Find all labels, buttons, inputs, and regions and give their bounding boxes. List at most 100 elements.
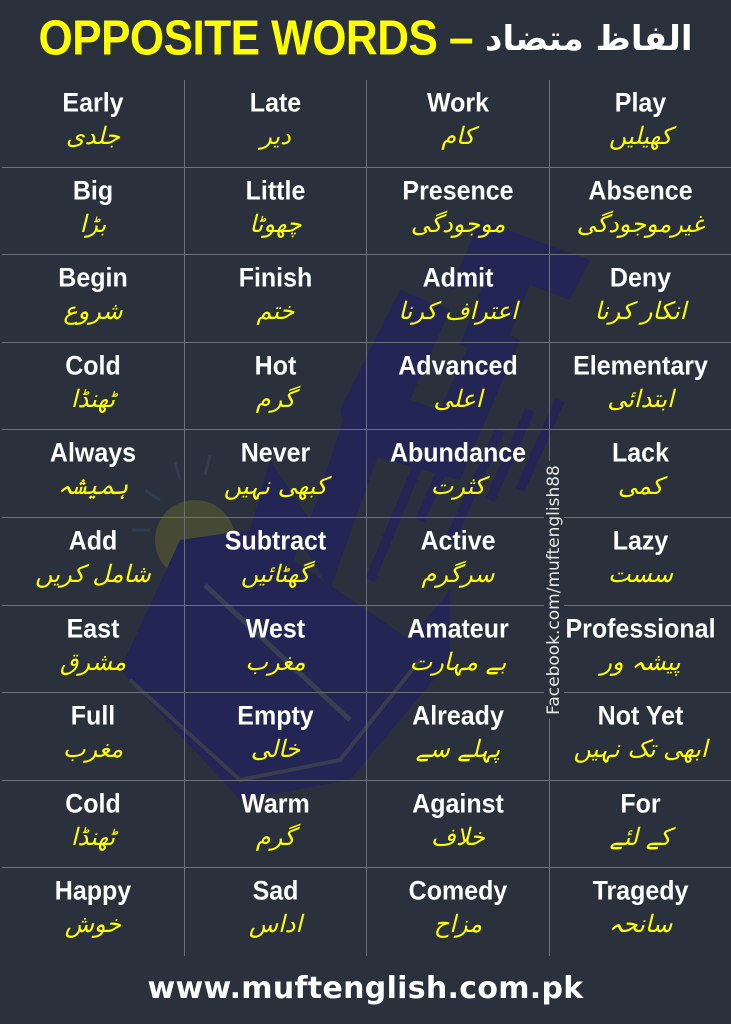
urdu-translation: خالی [250,735,301,764]
english-word: Deny [609,263,672,294]
english-word: Cold [65,788,121,819]
word-pair-cell: Late دیر [185,80,367,168]
english-word: Always [49,438,137,469]
word-pair-cell: Cold ٹھنڈا [2,780,185,869]
urdu-translation: انکار کرنا [594,297,687,326]
word-pair-cell: For کے لئے [550,781,731,869]
urdu-translation: بڑا [79,209,107,238]
word-pair-cell: Not Yet ابھی تک نہیں [550,693,731,781]
urdu-translation: گھٹائیں [240,559,311,588]
word-pair-cell: Against خلاف [367,780,550,869]
english-word: Finish [238,263,313,294]
english-word: Happy [54,876,132,907]
urdu-translation: چھوٹا [249,209,302,238]
word-pair-cell: Empty خالی [185,693,367,781]
english-word: West [245,613,306,644]
urdu-translation: خلاف [430,822,486,851]
english-word: Play [614,87,667,119]
word-pair-cell: Presence موجودگی [367,167,550,256]
word-pair-cell: Lack کمی [550,430,731,518]
english-word: Subtract [224,525,327,557]
english-word: Lazy [612,525,669,557]
english-word: Begin [58,263,128,294]
urdu-translation: پیشہ ور [600,647,681,676]
urdu-translation: گرم [255,384,296,413]
urdu-translation: ہمیشہ [57,472,129,501]
urdu-translation: مغرب [245,647,306,676]
word-pair-cell: Hot گرم [185,342,367,431]
english-word: Never [240,438,311,469]
urdu-translation: کبھی نہیں [223,472,328,501]
word-pair-cell: Active سرگرم [367,517,550,606]
urdu-translation: غیرموجودگی [576,209,705,238]
urdu-translation: کثرت [430,472,486,501]
word-pair-cell: Sad اداس [185,868,367,956]
urdu-translation: ابھی تک نہیں [573,735,708,764]
urdu-translation: خوش [64,910,122,939]
english-word: Elementary [573,350,708,381]
urdu-translation: ٹھنڈا [70,822,116,851]
english-word: Work [426,87,490,119]
word-pair-cell: Admit اعتراف کرنا [367,255,550,343]
english-word: Lack [612,438,669,469]
english-word: Absence [588,175,693,206]
urdu-translation: اعلی [433,384,483,413]
page-header: OPPOSITE WORDS – الفاظ متضاد [0,0,731,78]
urdu-translation: ختم [256,297,295,326]
word-pair-cell: Professional پیشہ ور [550,606,731,694]
english-word: Warm [241,788,310,819]
english-word: Tragedy [592,876,689,907]
word-pair-cell: Work کام [367,80,550,168]
opposite-words-grid: Early جلدی Late دیر Work کام Play کھیلیں Big بڑا L… [2,80,731,956]
word-pair-cell: Begin شروع [2,255,185,343]
english-word: Abundance [389,438,527,469]
urdu-translation: دیر [260,122,291,150]
urdu-translation: جلدی [65,122,121,150]
urdu-translation: مشرق [59,647,127,676]
english-word: Full [70,701,116,732]
english-word: Against [412,788,504,819]
website-footer: www.muftenglish.com.pk [147,970,584,1006]
english-word: Big [72,175,114,206]
word-pair-cell: Absence غیرموجودگی [550,168,731,256]
english-word: Admit [422,263,494,294]
word-pair-cell: West مغرب [185,605,367,694]
page-title-english: OPPOSITE WORDS – [38,11,474,66]
urdu-translation: مزاح [433,910,483,939]
word-pair-cell: Abundance کثرت [367,430,550,518]
word-pair-cell: Happy خوش [2,868,185,956]
urdu-translation: مغرب [62,735,124,764]
word-pair-cell: Already پہلے سے [367,693,550,781]
english-word: Sad [252,876,299,907]
english-word: Add [68,525,118,557]
urdu-translation: سست [607,559,674,588]
english-word: Professional [565,613,716,644]
word-pair-cell: Subtract گھٹائیں [185,517,367,606]
urdu-translation: موجودگی [410,209,506,238]
urdu-translation: کے لئے [609,822,672,851]
word-pair-cell: East مشرق [2,605,185,694]
word-pair-cell: Never کبھی نہیں [185,430,367,518]
urdu-translation: اعتراف کرنا [398,297,518,326]
english-word: Presence [402,175,514,206]
word-pair-cell: Play کھیلیں [550,80,731,168]
urdu-translation: بے مہارت [409,647,507,676]
word-pair-cell: Warm گرم [185,780,367,869]
urdu-translation: کام [441,122,475,150]
urdu-translation: سانحہ [608,910,673,939]
word-pair-cell: Advanced اعلی [367,342,550,431]
word-pair-cell: Little چھوٹا [185,167,367,256]
word-pair-cell: Amateur بے مہارت [367,605,550,694]
urdu-translation: اداس [248,910,303,939]
word-pair-cell: Always ہمیشہ [2,430,185,518]
english-word: Late [249,87,302,119]
urdu-translation: شروع [63,297,123,326]
urdu-translation: کمی [617,472,664,501]
english-word: East [66,613,120,644]
english-word: Amateur [407,613,509,644]
urdu-translation: گرم [255,822,296,851]
urdu-translation: ٹھنڈا [70,384,116,413]
page-title-urdu: الفاظ متضاد [485,19,693,59]
english-word: Comedy [408,876,508,907]
word-pair-cell: Cold ٹھنڈا [2,342,185,431]
